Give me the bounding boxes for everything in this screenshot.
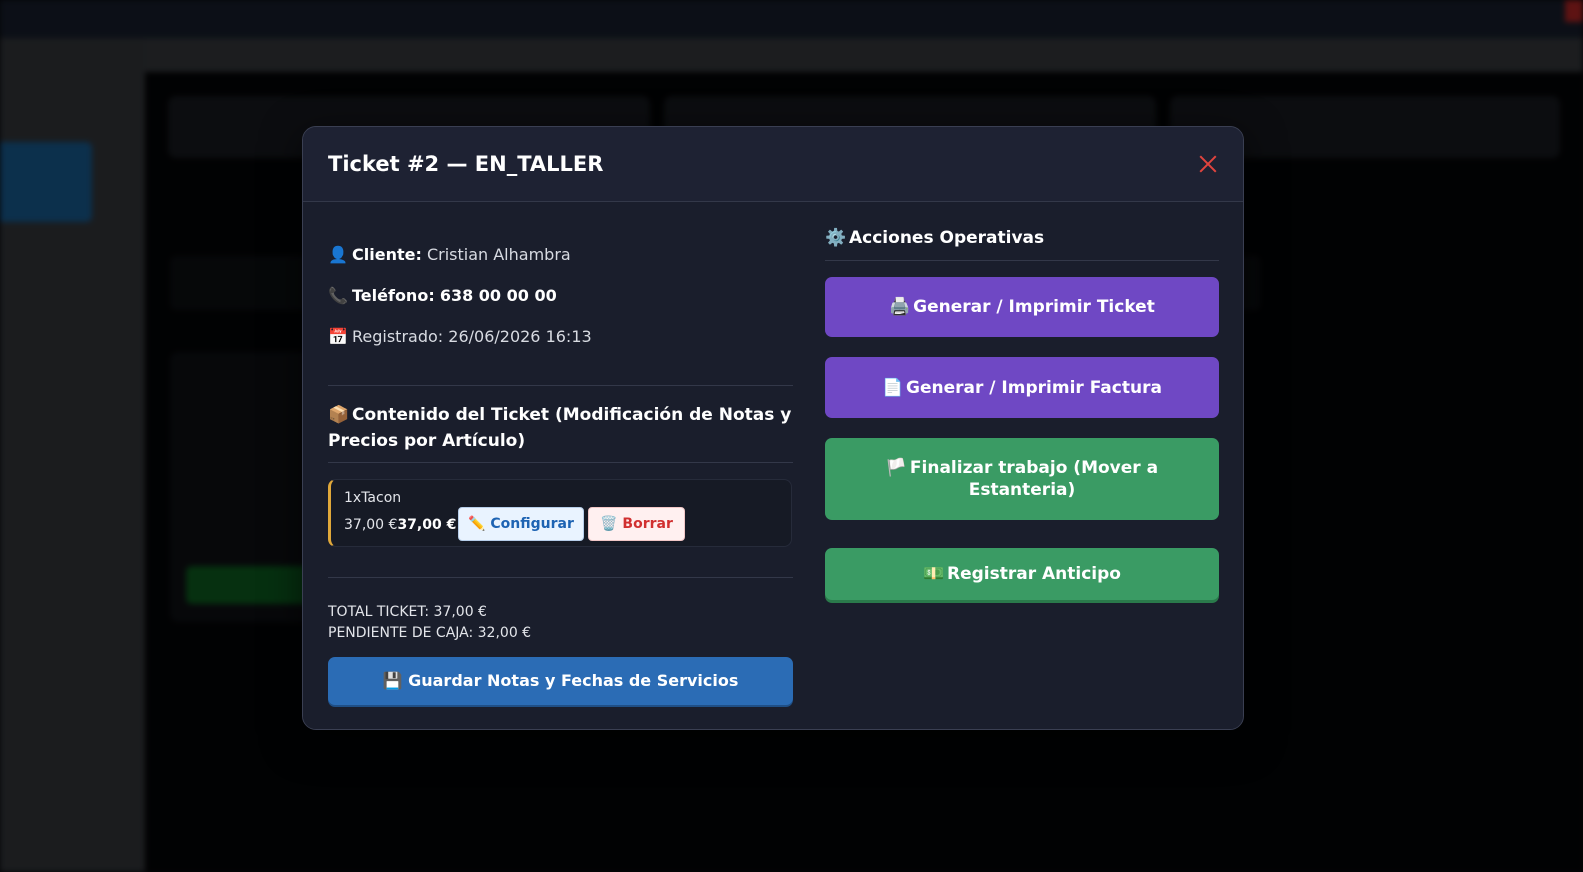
registered-text: Registrado: 26/06/2026 16:13 (352, 327, 592, 346)
save-button[interactable]: 💾 Guardar Notas y Fechas de Servicios (328, 657, 793, 705)
register-advance-label: Registrar Anticipo (947, 564, 1121, 584)
print-invoice-label: Generar / Imprimir Factura (906, 377, 1162, 398)
gear-icon: ⚙️ (825, 228, 847, 248)
configure-label: Configurar (490, 516, 574, 532)
modal-header: Ticket #2 — EN_TALLER (303, 127, 1243, 202)
divider (328, 462, 793, 463)
print-invoice-button[interactable]: 📄 Generar / Imprimir Factura (825, 357, 1219, 418)
divider (825, 260, 1219, 261)
delete-button[interactable]: 🗑️ Borrar (588, 507, 685, 541)
printer-icon: 🖨️ (889, 297, 911, 317)
user-icon: 👤 (328, 245, 348, 264)
total-ticket: TOTAL TICKET: 37,00 € (328, 604, 487, 620)
contents-title-text: Contenido del Ticket (Modificación de No… (328, 405, 792, 451)
money-icon: 💵 (923, 564, 945, 584)
modal-body: 👤 Cliente: Cristian Alhambra 📞 Teléfono: 6… (303, 202, 1243, 729)
client-value: Cristian Alhambra (426, 245, 571, 264)
actions-title-text: Acciones Operativas (849, 228, 1045, 248)
delete-label: Borrar (622, 516, 673, 532)
phone-line: 📞 Teléfono: 638 00 00 00 (328, 286, 557, 305)
flag-icon: 🏳️ (885, 458, 908, 478)
contents-title: 📦 Contenido del Ticket (Modificación de N… (328, 402, 793, 454)
list-item: 1xTacon 37,00 €37,00 € ✏️ Configurar 🗑️ … (328, 479, 792, 547)
item-price: 37,00 €37,00 € (344, 517, 456, 533)
registered-line: 📅 Registrado: 26/06/2026 16:13 (328, 327, 592, 346)
finish-job-label: Finalizar trabajo (Mover a Estanteria) (909, 458, 1159, 500)
pencil-icon: ✏️ (468, 516, 486, 532)
print-ticket-button[interactable]: 🖨️ Generar / Imprimir Ticket (825, 277, 1219, 337)
document-icon: 📄 (882, 377, 904, 398)
totals: TOTAL TICKET: 37,00 € PENDIENTE DE CAJA:… (328, 602, 531, 644)
pending-amount: PENDIENTE DE CAJA: 32,00 € (328, 625, 532, 641)
finish-job-content: 🏳️ Finalizar trabajo (Mover a Estanteria) (885, 457, 1159, 501)
save-label: Guardar Notas y Fechas de Servicios (408, 671, 739, 690)
phone-value: 638 00 00 00 (439, 286, 557, 305)
actions-title: ⚙️ Acciones Operativas (825, 228, 1044, 248)
configure-button[interactable]: ✏️ Configurar (458, 507, 584, 541)
calendar-icon: 📅 (328, 327, 348, 346)
item-price-value: 37,00 € (344, 517, 398, 533)
client-label: Cliente: (352, 245, 422, 264)
ticket-modal: Ticket #2 — EN_TALLER 👤 Cliente: Cristian… (302, 126, 1244, 730)
print-ticket-label: Generar / Imprimir Ticket (913, 297, 1155, 317)
package-icon: 📦 (328, 405, 350, 425)
phone-icon: 📞 (328, 286, 348, 305)
finish-job-button[interactable]: 🏳️ Finalizar trabajo (Mover a Estanteria) (825, 438, 1219, 520)
phone-label: Teléfono: (352, 286, 435, 305)
modal-title: Ticket #2 — EN_TALLER (328, 152, 604, 176)
register-advance-button[interactable]: 💵 Registrar Anticipo (825, 548, 1219, 600)
trash-icon: 🗑️ (600, 516, 618, 532)
client-line: 👤 Cliente: Cristian Alhambra (328, 245, 571, 264)
close-icon[interactable] (1195, 151, 1221, 177)
divider (328, 577, 793, 578)
item-name: 1xTacon (344, 490, 402, 506)
floppy-icon: 💾 (382, 671, 403, 690)
item-price-bold: 37,00 € (397, 517, 457, 533)
divider (328, 385, 793, 386)
